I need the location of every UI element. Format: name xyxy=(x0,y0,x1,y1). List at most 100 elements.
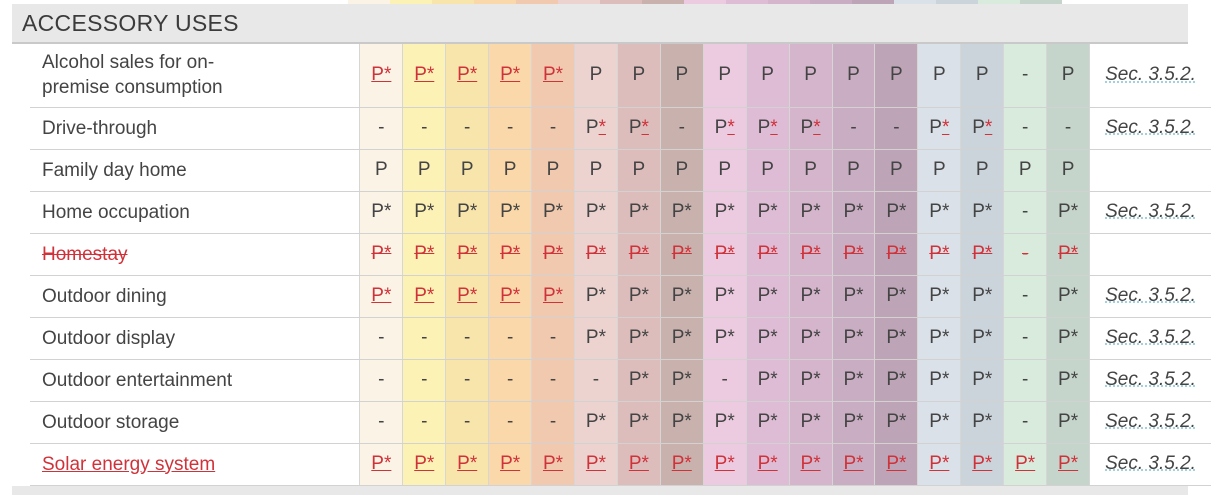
section-reference-link[interactable]: Sec. 3.5.2. xyxy=(1105,285,1196,306)
permission-value: P* xyxy=(843,243,864,264)
permission-cell: - xyxy=(445,401,489,444)
permission-value: P* xyxy=(757,243,778,264)
permission-cell: P* xyxy=(616,317,661,360)
section-reference[interactable]: Sec. 3.5.2. xyxy=(1089,275,1211,318)
section-reference-link[interactable]: Sec. 3.5.2. xyxy=(1105,453,1196,474)
permission-cell: - xyxy=(402,401,446,444)
permission-value: P xyxy=(374,159,388,180)
permission-value: P* xyxy=(972,327,993,348)
permission-value: P* xyxy=(457,453,478,474)
permission-value: P xyxy=(1061,159,1075,180)
permission-cell: P* xyxy=(702,443,747,486)
permission-cell: - xyxy=(531,401,575,444)
use-label[interactable]: Solar energy system xyxy=(30,443,360,486)
permission-cell: - xyxy=(1003,191,1047,234)
permission-value: P* xyxy=(800,453,821,474)
permission-value: P* xyxy=(929,201,950,222)
permission-value: P xyxy=(546,159,560,180)
permission-cell: P* xyxy=(745,233,790,276)
permission-cell: - xyxy=(1003,275,1047,318)
permission-value: P* xyxy=(800,411,821,432)
permission-cell: P xyxy=(874,149,918,192)
permission-value: - xyxy=(1064,117,1072,138)
permission-cell: - xyxy=(702,359,747,402)
permission-value: P* xyxy=(843,285,864,306)
use-label-text: Homestay xyxy=(42,243,128,265)
permission-value: P* xyxy=(585,285,606,306)
permission-cell: P* xyxy=(702,107,747,150)
section-reference[interactable]: Sec. 3.5.2. xyxy=(1089,317,1211,360)
permission-cell: P* xyxy=(917,233,961,276)
permission-value: P* xyxy=(500,285,521,306)
permission-cell: P* xyxy=(488,443,532,486)
permission-cell: P xyxy=(960,44,1004,108)
permission-cell: P* xyxy=(659,191,704,234)
permission-value: P xyxy=(975,64,989,86)
section-reference-link[interactable]: Sec. 3.5.2. xyxy=(1105,201,1196,222)
permission-cell: P* xyxy=(702,401,747,444)
permission-value: P* xyxy=(972,285,993,306)
use-label-text: Outdoor dining xyxy=(42,285,167,307)
permission-cell: - xyxy=(359,401,403,444)
permission-cell: P* xyxy=(1046,191,1090,234)
section-reference-link[interactable]: Sec. 3.5.2. xyxy=(1105,64,1196,85)
permission-cell: P* xyxy=(1003,443,1047,486)
permission-cell: - xyxy=(402,107,446,150)
permission-value: P* xyxy=(542,201,564,222)
permission-letter: P xyxy=(929,117,942,138)
permission-cell: - xyxy=(402,317,446,360)
permission-value: P* xyxy=(886,201,907,222)
permission-value: P* xyxy=(371,453,392,474)
section-reference[interactable]: Sec. 3.5.2. xyxy=(1089,191,1211,234)
permission-cell: P* xyxy=(573,443,618,486)
permission-cell: - xyxy=(1003,107,1047,150)
use-label-text: Solar energy system xyxy=(42,453,216,475)
permission-value: P xyxy=(417,159,431,180)
permission-value: P* xyxy=(886,369,907,390)
section-reference-link[interactable]: Sec. 3.5.2. xyxy=(1105,369,1196,390)
permission-value: P xyxy=(932,159,946,180)
permission-value: P* xyxy=(714,327,735,348)
permission-cell: P* xyxy=(745,317,790,360)
section-reference-link[interactable]: Sec. 3.5.2. xyxy=(1105,327,1196,348)
permission-cell: P* xyxy=(874,401,918,444)
table-row: Home occupation P* P* P* P* P* P* P* P* P* P* P* P* P… xyxy=(30,191,1211,234)
permission-cell: P xyxy=(573,149,618,192)
permission-value: - xyxy=(464,327,471,348)
section-reference-link[interactable]: Sec. 3.5.2. xyxy=(1105,117,1196,138)
section-reference[interactable]: Sec. 3.5.2. xyxy=(1089,44,1211,108)
permission-cell: P xyxy=(531,149,575,192)
permission-value: P* xyxy=(929,369,950,390)
permission-mark: * xyxy=(598,117,606,138)
permission-value: P* xyxy=(1058,327,1079,348)
permission-cell: - xyxy=(1003,317,1047,360)
section-reference[interactable]: Sec. 3.5.2. xyxy=(1089,401,1211,444)
permission-value: - xyxy=(549,411,557,432)
permission-value: P* xyxy=(457,64,478,86)
permission-value: - xyxy=(506,369,514,390)
permission-cell: P* xyxy=(359,233,403,276)
section-reference[interactable]: Sec. 3.5.2. xyxy=(1089,443,1211,486)
permission-value: P* xyxy=(972,369,993,390)
permission-cell: P* xyxy=(745,191,790,234)
permission-cell: P* xyxy=(960,233,1004,276)
permission-value: - xyxy=(549,117,557,138)
permission-value: P* xyxy=(414,64,435,86)
permission-value: P xyxy=(632,64,646,86)
table-row: Outdoor dining P* P* P* P* P* P* P* P* P* P* P* P* P*… xyxy=(30,275,1211,318)
permission-value: P* xyxy=(929,285,950,306)
permission-cell: P* xyxy=(917,191,961,234)
permission-value: P* xyxy=(371,201,392,222)
section-title: ACCESSORY USES xyxy=(22,10,239,36)
permission-cell: P* xyxy=(702,317,747,360)
permission-cell: P* xyxy=(359,275,403,318)
bottom-divider xyxy=(12,486,1188,495)
section-reference[interactable]: Sec. 3.5.2. xyxy=(1089,359,1211,402)
permission-cell: - xyxy=(1003,233,1047,276)
section-reference-link[interactable]: Sec. 3.5.2. xyxy=(1105,411,1196,432)
permission-value: - xyxy=(506,411,514,432)
permission-value: P xyxy=(1061,64,1075,86)
permission-value: P* xyxy=(929,327,950,348)
permission-value: - xyxy=(378,117,385,138)
section-reference[interactable]: Sec. 3.5.2. xyxy=(1089,107,1211,150)
